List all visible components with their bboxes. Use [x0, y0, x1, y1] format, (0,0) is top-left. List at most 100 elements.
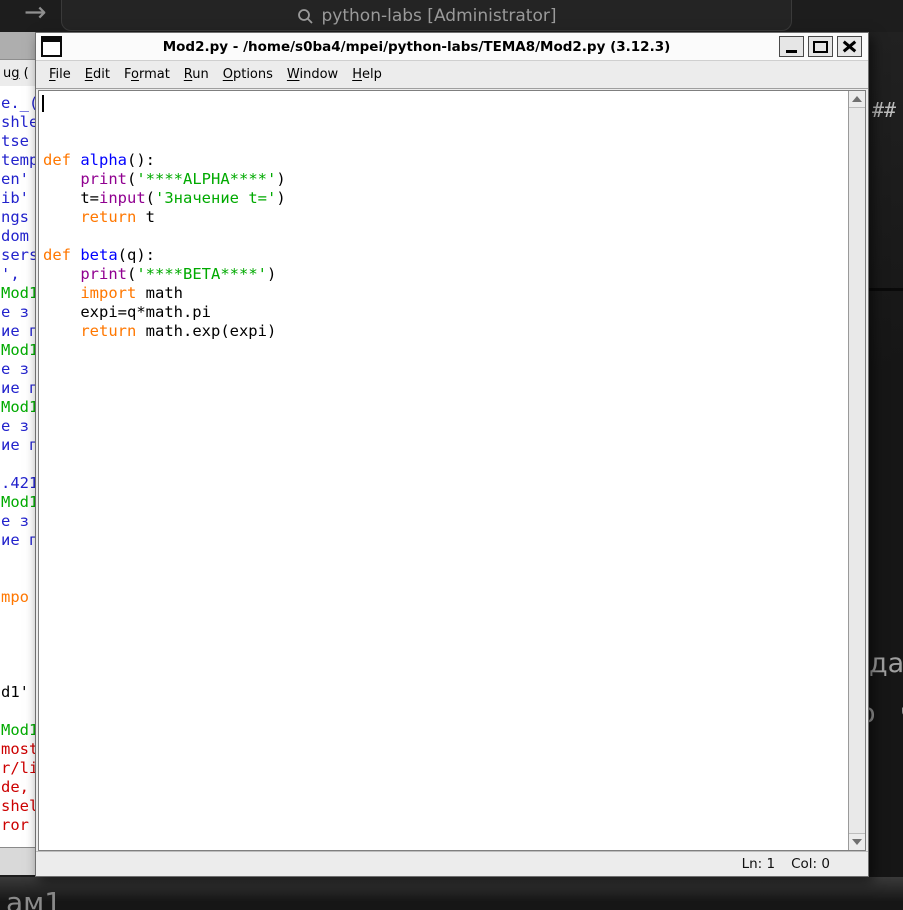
- shell-text-fragment: ',: [1, 265, 20, 283]
- code-line: import math: [43, 284, 848, 303]
- scroll-down-button[interactable]: [849, 833, 865, 850]
- code-line: expi=q*math.pi: [43, 303, 848, 322]
- shell-text-fragment: Mod1: [1, 493, 37, 511]
- titlebar[interactable]: Mod2.py - /home/s0ba4/mpei/python-labs/T…: [36, 33, 868, 61]
- shell-text-fragment: е з: [1, 303, 29, 321]
- forward-arrow-icon[interactable]: →: [24, 0, 47, 28]
- scroll-up-button[interactable]: [849, 91, 865, 108]
- status-line: Ln: 1: [742, 856, 776, 872]
- token-nor: expi=q*math.pi: [43, 303, 211, 321]
- desktop-right-strip: [866, 32, 903, 877]
- background-window-text[interactable]: e._(shletsetempen'ib'ngsdomsers',Mod1е з…: [0, 86, 37, 847]
- shell-text-fragment: Mod1: [1, 284, 37, 302]
- menu-edit[interactable]: Edit: [78, 67, 117, 82]
- shell-text-fragment: ngs: [1, 208, 29, 226]
- minimize-button[interactable]: [779, 36, 804, 57]
- window-title: Mod2.py - /home/s0ba4/mpei/python-labs/T…: [62, 39, 771, 55]
- token-nor: (: [127, 265, 136, 283]
- close-icon: [843, 41, 856, 52]
- window-seam: [866, 288, 903, 291]
- shell-text-fragment: mpo: [1, 588, 29, 606]
- shell-text-fragment: shel: [1, 797, 37, 815]
- token-kw: def: [43, 151, 71, 169]
- text-caret: [42, 95, 44, 112]
- menu-options[interactable]: Options: [216, 67, 280, 82]
- scroll-down-icon: [852, 839, 862, 845]
- token-nor: t=: [43, 189, 99, 207]
- screen: → python-labs [Administrator] ## 2дао ча…: [0, 0, 903, 910]
- token-nor: [43, 284, 80, 302]
- token-nor: [43, 170, 80, 188]
- token-nor: ): [276, 170, 285, 188]
- shell-text-fragment: Mod1: [1, 721, 37, 739]
- token-nor: (: [127, 170, 136, 188]
- token-nor: t: [136, 208, 155, 226]
- code-editor[interactable]: def alpha(): print('****ALPHA****') t=in…: [39, 91, 848, 850]
- token-nor: [43, 322, 80, 340]
- menu-run[interactable]: Run: [177, 67, 216, 82]
- token-kw: def: [43, 246, 71, 264]
- menu-window[interactable]: Window: [280, 67, 345, 82]
- code-line: [43, 227, 848, 246]
- menu-file[interactable]: File: [42, 67, 78, 82]
- maximize-button[interactable]: [808, 36, 833, 57]
- scroll-up-icon: [852, 96, 862, 102]
- token-fn: alpha: [80, 151, 127, 169]
- token-str: '****BETA****': [136, 265, 267, 283]
- top-bar: → python-labs [Administrator]: [0, 0, 903, 32]
- token-kw: return: [80, 322, 136, 340]
- token-blt: input: [99, 189, 146, 207]
- shell-text-fragment: ие п: [1, 531, 37, 549]
- code-line: def alpha():: [43, 151, 848, 170]
- menu-help[interactable]: Help: [345, 67, 389, 82]
- shell-text-fragment: е з: [1, 512, 29, 530]
- token-nor: [43, 265, 80, 283]
- token-blt: print: [80, 170, 127, 188]
- window-controls: [779, 36, 862, 57]
- shell-text-fragment: most: [1, 740, 37, 758]
- background-window-menubar[interactable]: ug (: [0, 60, 37, 86]
- status-col: Col: 0: [791, 856, 830, 872]
- shell-text-fragment: ие п: [1, 436, 37, 454]
- shell-text-fragment: en': [1, 170, 29, 188]
- shell-text-fragment: de,: [1, 778, 29, 796]
- window-icon: [41, 36, 62, 57]
- scrollbar-thumb[interactable]: [849, 108, 865, 833]
- vertical-scrollbar[interactable]: [848, 91, 865, 850]
- menu-format[interactable]: Format: [117, 67, 177, 82]
- background-window: ug ( e._(shletsetempen'ib'ngsdomsers',Mo…: [0, 32, 37, 875]
- token-fn: beta: [80, 246, 117, 264]
- shell-text-fragment: e._(: [1, 94, 37, 112]
- token-nor: ():: [127, 151, 155, 169]
- shell-text-fragment: е з: [1, 417, 29, 435]
- search-icon: [297, 8, 314, 25]
- close-button[interactable]: [837, 36, 862, 57]
- shell-text-fragment: Mod1: [1, 398, 37, 416]
- shell-text-fragment: ror: [1, 816, 29, 834]
- search-bar[interactable]: python-labs [Administrator]: [61, 0, 792, 31]
- shell-text-fragment: r/li: [1, 759, 37, 777]
- token-nor: (q):: [118, 246, 155, 264]
- token-str: 'Значение t=': [155, 189, 276, 207]
- token-nor: ): [267, 265, 276, 283]
- shell-text-fragment: Mod1: [1, 341, 37, 359]
- maximize-icon: [813, 41, 828, 53]
- token-nor: math: [136, 284, 183, 302]
- shell-text-fragment: .421: [1, 474, 37, 492]
- code-line: return math.exp(expi): [43, 322, 848, 341]
- token-kw: import: [80, 284, 136, 302]
- shell-text-fragment: tse: [1, 132, 29, 150]
- token-nor: [43, 208, 80, 226]
- code-line: def beta(q):: [43, 246, 848, 265]
- shell-text-fragment: temp: [1, 151, 37, 169]
- editor-area: def alpha(): print('****ALPHA****') t=in…: [38, 90, 866, 851]
- background-window-statusbar: [0, 847, 37, 875]
- token-blt: print: [80, 265, 127, 283]
- background-window-titlebar: [0, 32, 37, 60]
- shell-text-fragment: ib': [1, 189, 29, 207]
- frag-da: да: [869, 648, 903, 679]
- frag-hash: ## 2: [872, 98, 903, 122]
- shell-text-fragment: d1': [1, 683, 29, 701]
- token-nor: ): [276, 189, 285, 207]
- code-line: t=input('Значение t='): [43, 189, 848, 208]
